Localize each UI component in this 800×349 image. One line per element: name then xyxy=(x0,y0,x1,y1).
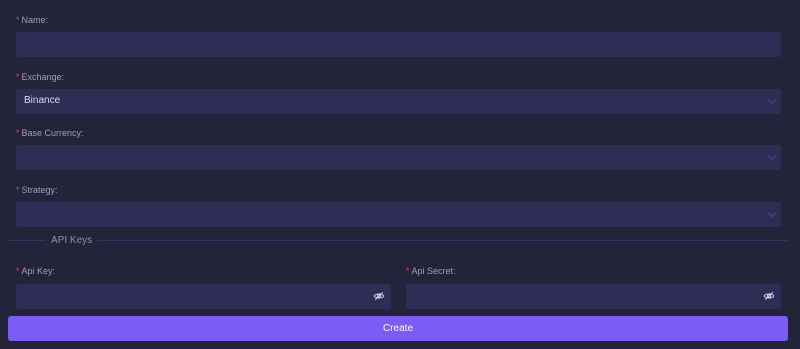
exchange-label: * Exchange: xyxy=(16,72,64,82)
strategy-label-text: Strategy: xyxy=(21,185,58,195)
name-input[interactable] xyxy=(16,32,781,57)
create-button[interactable]: Create xyxy=(8,316,788,341)
api-key-field[interactable] xyxy=(16,284,391,309)
base-currency-select[interactable] xyxy=(16,145,781,170)
name-label-text: Name: xyxy=(21,15,49,25)
required-mark: * xyxy=(16,266,20,276)
api-secret-input[interactable] xyxy=(406,284,781,309)
base-currency-label-text: Base Currency: xyxy=(21,128,84,138)
exchange-select[interactable]: Binance xyxy=(16,89,781,114)
base-currency-label: * Base Currency: xyxy=(16,128,84,138)
name-label: * Name: xyxy=(16,15,48,25)
api-keys-section-title: API Keys xyxy=(46,235,98,246)
eye-off-icon[interactable] xyxy=(763,290,775,302)
exchange-label-text: Exchange: xyxy=(21,72,65,82)
required-mark: * xyxy=(16,128,20,138)
api-secret-label-text: Api Secret: xyxy=(411,266,456,276)
strategy-label: * Strategy: xyxy=(16,185,58,195)
required-mark: * xyxy=(16,72,20,82)
api-secret-label: * Api Secret: xyxy=(406,266,456,276)
api-key-input[interactable] xyxy=(16,284,391,309)
api-key-label: * Api Key: xyxy=(16,266,55,276)
chevron-down-icon xyxy=(767,95,777,105)
required-mark: * xyxy=(16,15,20,25)
api-key-label-text: Api Key: xyxy=(21,266,56,276)
create-button-label: Create xyxy=(382,323,413,334)
chevron-down-icon xyxy=(767,151,777,161)
strategy-select[interactable] xyxy=(16,202,781,227)
api-secret-field[interactable] xyxy=(406,284,781,309)
required-mark: * xyxy=(406,266,410,276)
name-field[interactable] xyxy=(16,32,781,57)
eye-off-icon[interactable] xyxy=(373,290,385,302)
required-mark: * xyxy=(16,185,20,195)
exchange-selected-value: Binance xyxy=(24,95,61,106)
section-divider xyxy=(8,240,788,241)
chevron-down-icon xyxy=(767,208,777,218)
